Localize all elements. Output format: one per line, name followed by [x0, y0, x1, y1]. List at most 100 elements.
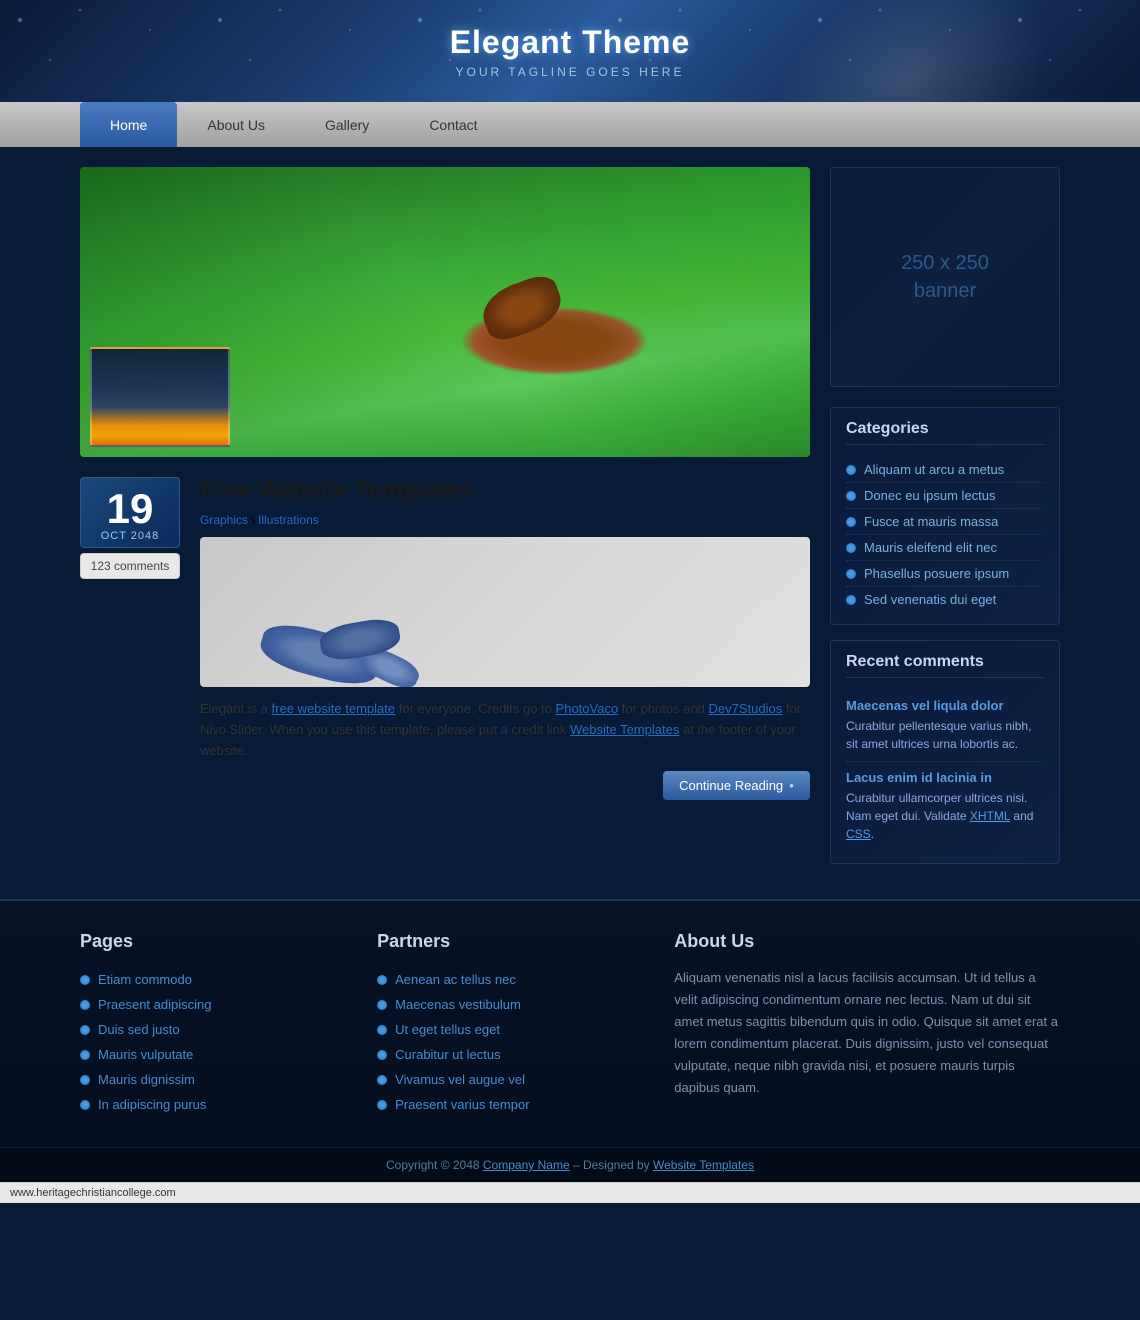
list-item: Mauris dignissim	[80, 1067, 337, 1092]
partner-link[interactable]: Aenean ac tellus nec	[395, 972, 516, 987]
categories-list: Aliquam ut arcu a metus Donec eu ipsum l…	[846, 457, 1044, 612]
footer-pages-title: Pages	[80, 931, 337, 952]
css-link[interactable]: CSS	[846, 827, 871, 841]
list-item: Aenean ac tellus nec	[377, 967, 634, 992]
post-categories: Graphics \ Illustrations	[200, 513, 810, 527]
site-tagline: YOUR TAGLINE GOES HERE	[450, 65, 691, 79]
date-month-year: OCT 2048	[86, 530, 174, 542]
footer-page-link[interactable]: Praesent adipiscing	[98, 997, 211, 1012]
comment-link-2[interactable]: Lacus enim id lacinia in	[846, 770, 1044, 785]
post-date-sidebar: 19 OCT 2048 123 comments	[80, 477, 180, 800]
footer-dot-icon	[80, 1050, 90, 1060]
post-cat-graphics[interactable]: Graphics	[200, 513, 248, 527]
cat-dot-icon	[846, 517, 856, 527]
list-item: Ut eget tellus eget	[377, 1017, 634, 1042]
post-comments-count[interactable]: 123 comments	[80, 553, 180, 579]
site-title: Elegant Theme	[450, 24, 691, 61]
list-item: Curabitur ut lectus	[377, 1042, 634, 1067]
partner-link[interactable]: Praesent varius tempor	[395, 1097, 529, 1112]
continue-reading-button[interactable]: Continue Reading	[663, 771, 810, 800]
cat-link[interactable]: Sed venenatis dui eget	[864, 592, 996, 607]
footer-about-title: About Us	[674, 931, 1060, 952]
footer-pages-col: Pages Etiam commodo Praesent adipiscing …	[80, 931, 337, 1117]
footer-dot-icon	[80, 1000, 90, 1010]
list-item: Mauris vulputate	[80, 1042, 337, 1067]
slider-thumbnail	[90, 347, 230, 447]
list-item: Praesent adipiscing	[80, 992, 337, 1017]
list-item: Aliquam ut arcu a metus	[846, 457, 1044, 483]
xhtml-link[interactable]: XHTML	[970, 809, 1010, 823]
footer-bar: Copyright © 2048 Company Name – Designed…	[0, 1147, 1140, 1182]
post-content-area: Free Website Templates Graphics \ Illust…	[200, 477, 810, 800]
footer-page-link[interactable]: Duis sed justo	[98, 1022, 180, 1037]
pill-decoration	[357, 643, 423, 687]
cat-link[interactable]: Aliquam ut arcu a metus	[864, 462, 1004, 477]
image-slider[interactable]	[80, 167, 810, 457]
post-cat-illustrations[interactable]: Illustrations	[258, 513, 319, 527]
post-link-template[interactable]: free website template	[272, 701, 396, 716]
post-link-photovaco[interactable]: PhotoVaco	[556, 701, 619, 716]
cat-dot-icon	[846, 491, 856, 501]
cat-dot-icon	[846, 465, 856, 475]
post-link-dev7[interactable]: Dev7Studios	[709, 701, 783, 716]
footer-page-link[interactable]: Mauris dignissim	[98, 1072, 195, 1087]
footer-dot-icon	[377, 1025, 387, 1035]
footer-dot-icon	[80, 1075, 90, 1085]
footer-dot-icon	[377, 1075, 387, 1085]
partner-link[interactable]: Curabitur ut lectus	[395, 1047, 501, 1062]
cat-link[interactable]: Donec eu ipsum lectus	[864, 488, 996, 503]
comment-item: Maecenas vel liqula dolor Curabitur pell…	[846, 690, 1044, 762]
post-link-website-templates[interactable]: Website Templates	[570, 722, 679, 737]
header-title-block: Elegant Theme YOUR TAGLINE GOES HERE	[450, 24, 691, 79]
footer-widgets: Pages Etiam commodo Praesent adipiscing …	[0, 899, 1140, 1147]
list-item: Praesent varius tempor	[377, 1092, 634, 1117]
cat-dot-icon	[846, 595, 856, 605]
cat-link[interactable]: Phasellus posuere ipsum	[864, 566, 1009, 581]
list-item: Duis sed justo	[80, 1017, 337, 1042]
post-title: Free Website Templates	[200, 477, 810, 505]
footer-dot-icon	[80, 1100, 90, 1110]
url-text: www.heritagechristiancollege.com	[10, 1187, 176, 1199]
footer-partners-title: Partners	[377, 931, 634, 952]
list-item: Fusce at mauris massa	[846, 509, 1044, 535]
list-item: Phasellus posuere ipsum	[846, 561, 1044, 587]
partner-link[interactable]: Vivamus vel augue vel	[395, 1072, 525, 1087]
content-area: 19 OCT 2048 123 comments Free Website Te…	[80, 167, 810, 879]
nav-contact[interactable]: Contact	[399, 102, 507, 147]
main-wrapper: 19 OCT 2048 123 comments Free Website Te…	[0, 147, 1140, 899]
date-day: 19	[86, 488, 174, 530]
address-bar: www.heritagechristiancollege.com	[0, 1182, 1140, 1203]
footer-company-link[interactable]: Company Name	[483, 1158, 570, 1172]
recent-comments-widget: Recent comments Maecenas vel liqula dolo…	[830, 640, 1060, 864]
partner-link[interactable]: Ut eget tellus eget	[395, 1022, 500, 1037]
post-body-text: Elegant is a free website template for e…	[200, 699, 810, 761]
cat-link[interactable]: Mauris eleifend elit nec	[864, 540, 997, 555]
partner-link[interactable]: Maecenas vestibulum	[395, 997, 521, 1012]
nav-gallery[interactable]: Gallery	[295, 102, 399, 147]
comment-link-1[interactable]: Maecenas vel liqula dolor	[846, 698, 1044, 713]
footer-page-link[interactable]: Etiam commodo	[98, 972, 192, 987]
footer-partners-list: Aenean ac tellus nec Maecenas vestibulum…	[377, 967, 634, 1117]
list-item: Etiam commodo	[80, 967, 337, 992]
cat-link[interactable]: Fusce at mauris massa	[864, 514, 998, 529]
footer-page-link[interactable]: Mauris vulputate	[98, 1047, 193, 1062]
categories-title: Categories	[846, 420, 1044, 445]
date-box: 19 OCT 2048	[80, 477, 180, 548]
banner-ad[interactable]: 250 x 250banner	[830, 167, 1060, 387]
cat-dot-icon	[846, 543, 856, 553]
categories-widget: Categories Aliquam ut arcu a metus Donec…	[830, 407, 1060, 625]
nav-home[interactable]: Home	[80, 102, 177, 147]
footer-templates-link[interactable]: Website Templates	[653, 1158, 754, 1172]
main-nav: Home About Us Gallery Contact	[0, 102, 1140, 147]
footer-page-link[interactable]: In adipiscing purus	[98, 1097, 206, 1112]
nav-about[interactable]: About Us	[177, 102, 295, 147]
post-featured-image	[200, 537, 810, 687]
sidebar: 250 x 250banner Categories Aliquam ut ar…	[830, 167, 1060, 879]
footer-partners-col: Partners Aenean ac tellus nec Maecenas v…	[377, 931, 634, 1117]
footer-dot-icon	[80, 975, 90, 985]
footer-dot-icon	[377, 975, 387, 985]
list-item: Maecenas vestibulum	[377, 992, 634, 1017]
list-item: Sed venenatis dui eget	[846, 587, 1044, 612]
cat-dot-icon	[846, 569, 856, 579]
list-item: Mauris eleifend elit nec	[846, 535, 1044, 561]
